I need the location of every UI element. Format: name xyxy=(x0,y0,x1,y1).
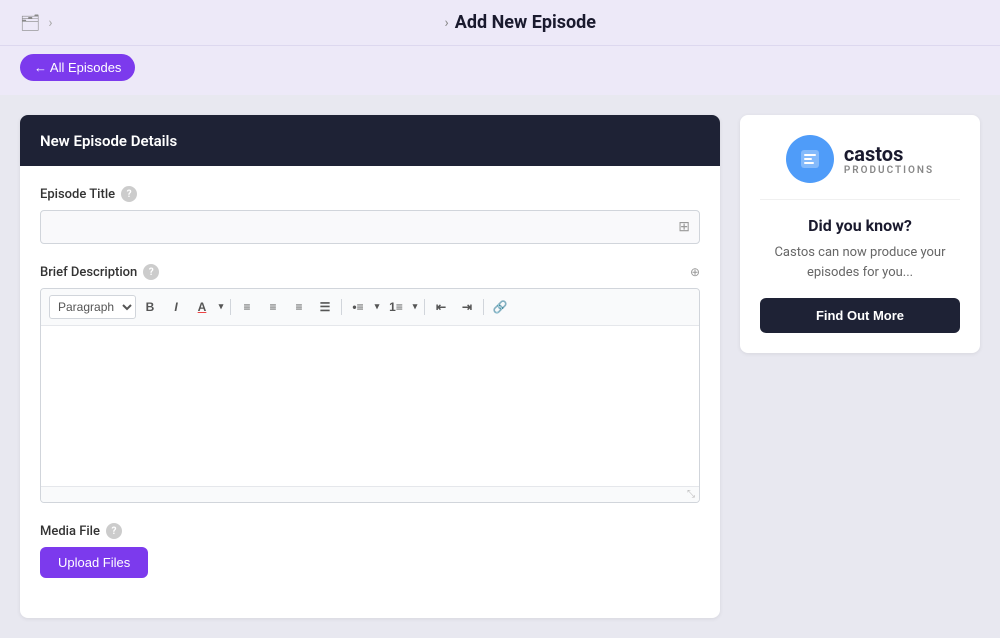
upload-files-button[interactable]: Upload Files xyxy=(40,547,148,578)
resize-icon: ⤡ xyxy=(687,489,695,500)
top-bar: 🗂 › › Add New Episode xyxy=(0,0,1000,46)
align-left-button[interactable]: ≡ xyxy=(235,295,259,319)
panel-body: Episode Title ? ⊞ Brief Description ? ⊕ xyxy=(20,166,720,618)
italic-button[interactable]: I xyxy=(164,295,188,319)
brief-description-label: Brief Description ? ⊕ xyxy=(40,264,700,280)
page-title: Add New Episode xyxy=(455,12,596,33)
description-editor-body[interactable] xyxy=(41,326,699,486)
card-heading: Did you know? xyxy=(760,216,960,235)
toolbar-divider-1 xyxy=(230,299,231,315)
card-body-text: Castos can now produce your episodes for… xyxy=(760,243,960,282)
media-file-help-icon[interactable]: ? xyxy=(106,523,122,539)
castos-brand-name: castos xyxy=(844,143,934,165)
brief-description-help-icon[interactable]: ? xyxy=(143,264,159,280)
description-editor: Paragraph B I A ▾ ≡ ≡ ≡ ☰ •≡ ▾ xyxy=(40,288,700,503)
bullet-list-button[interactable]: •≡ xyxy=(346,295,370,319)
numbered-list-button[interactable]: 1≡ xyxy=(384,295,408,319)
toolbar-divider-2 xyxy=(341,299,342,315)
breadcrumb-chevron-1: › xyxy=(48,15,52,31)
editor-resize-handle: ⤡ xyxy=(41,486,699,502)
bullet-dropdown-arrow[interactable]: ▾ xyxy=(372,295,382,319)
toolbar-divider-4 xyxy=(483,299,484,315)
episode-title-input-wrapper: ⊞ xyxy=(40,210,700,244)
indent-increase-button[interactable]: ⇥ xyxy=(455,295,479,319)
info-sidebar: castos PRODUCTIONS Did you know? Castos … xyxy=(740,115,980,353)
media-file-label: Media File ? xyxy=(40,523,700,539)
back-button[interactable]: ← All Episodes xyxy=(20,54,135,81)
castos-brand-sub: PRODUCTIONS xyxy=(844,165,934,176)
sub-bar: ← All Episodes xyxy=(0,46,1000,95)
episode-form-panel: New Episode Details Episode Title ? ⊞ Br… xyxy=(20,115,720,618)
castos-logo: castos PRODUCTIONS xyxy=(760,135,960,200)
link-button[interactable]: 🔗 xyxy=(488,295,512,319)
find-out-more-button[interactable]: Find Out More xyxy=(760,298,960,333)
brief-description-group: Brief Description ? ⊕ Paragraph B I A ▾ xyxy=(40,264,700,503)
episode-title-group: Episode Title ? ⊞ xyxy=(40,186,700,244)
toolbar-divider-3 xyxy=(424,299,425,315)
color-button[interactable]: A xyxy=(190,295,214,319)
castos-info-card: castos PRODUCTIONS Did you know? Castos … xyxy=(740,115,980,353)
editor-toolbar: Paragraph B I A ▾ ≡ ≡ ≡ ☰ •≡ ▾ xyxy=(41,289,699,326)
title-field-icon: ⊞ xyxy=(678,219,690,235)
panel-header: New Episode Details xyxy=(20,115,720,166)
episode-title-input[interactable] xyxy=(40,210,700,244)
breadcrumb-chevron-2: › xyxy=(445,15,449,31)
cursor-hint: ⊕ xyxy=(690,265,700,279)
media-file-group: Media File ? Upload Files xyxy=(40,523,700,578)
indent-decrease-button[interactable]: ⇤ xyxy=(429,295,453,319)
color-dropdown-arrow[interactable]: ▾ xyxy=(216,295,226,319)
castos-text: castos PRODUCTIONS xyxy=(844,143,934,176)
castos-logo-icon xyxy=(786,135,834,183)
home-icon: 🗂 xyxy=(20,13,40,32)
align-right-button[interactable]: ≡ xyxy=(287,295,311,319)
panel-header-title: New Episode Details xyxy=(40,132,177,150)
bold-button[interactable]: B xyxy=(138,295,162,319)
align-justify-button[interactable]: ☰ xyxy=(313,295,337,319)
episode-title-label: Episode Title ? xyxy=(40,186,700,202)
align-center-button[interactable]: ≡ xyxy=(261,295,285,319)
episode-title-help-icon[interactable]: ? xyxy=(121,186,137,202)
paragraph-select[interactable]: Paragraph xyxy=(49,295,136,319)
numbered-dropdown-arrow[interactable]: ▾ xyxy=(410,295,420,319)
main-content: New Episode Details Episode Title ? ⊞ Br… xyxy=(0,95,1000,638)
breadcrumb-title-area: › Add New Episode xyxy=(445,12,596,33)
